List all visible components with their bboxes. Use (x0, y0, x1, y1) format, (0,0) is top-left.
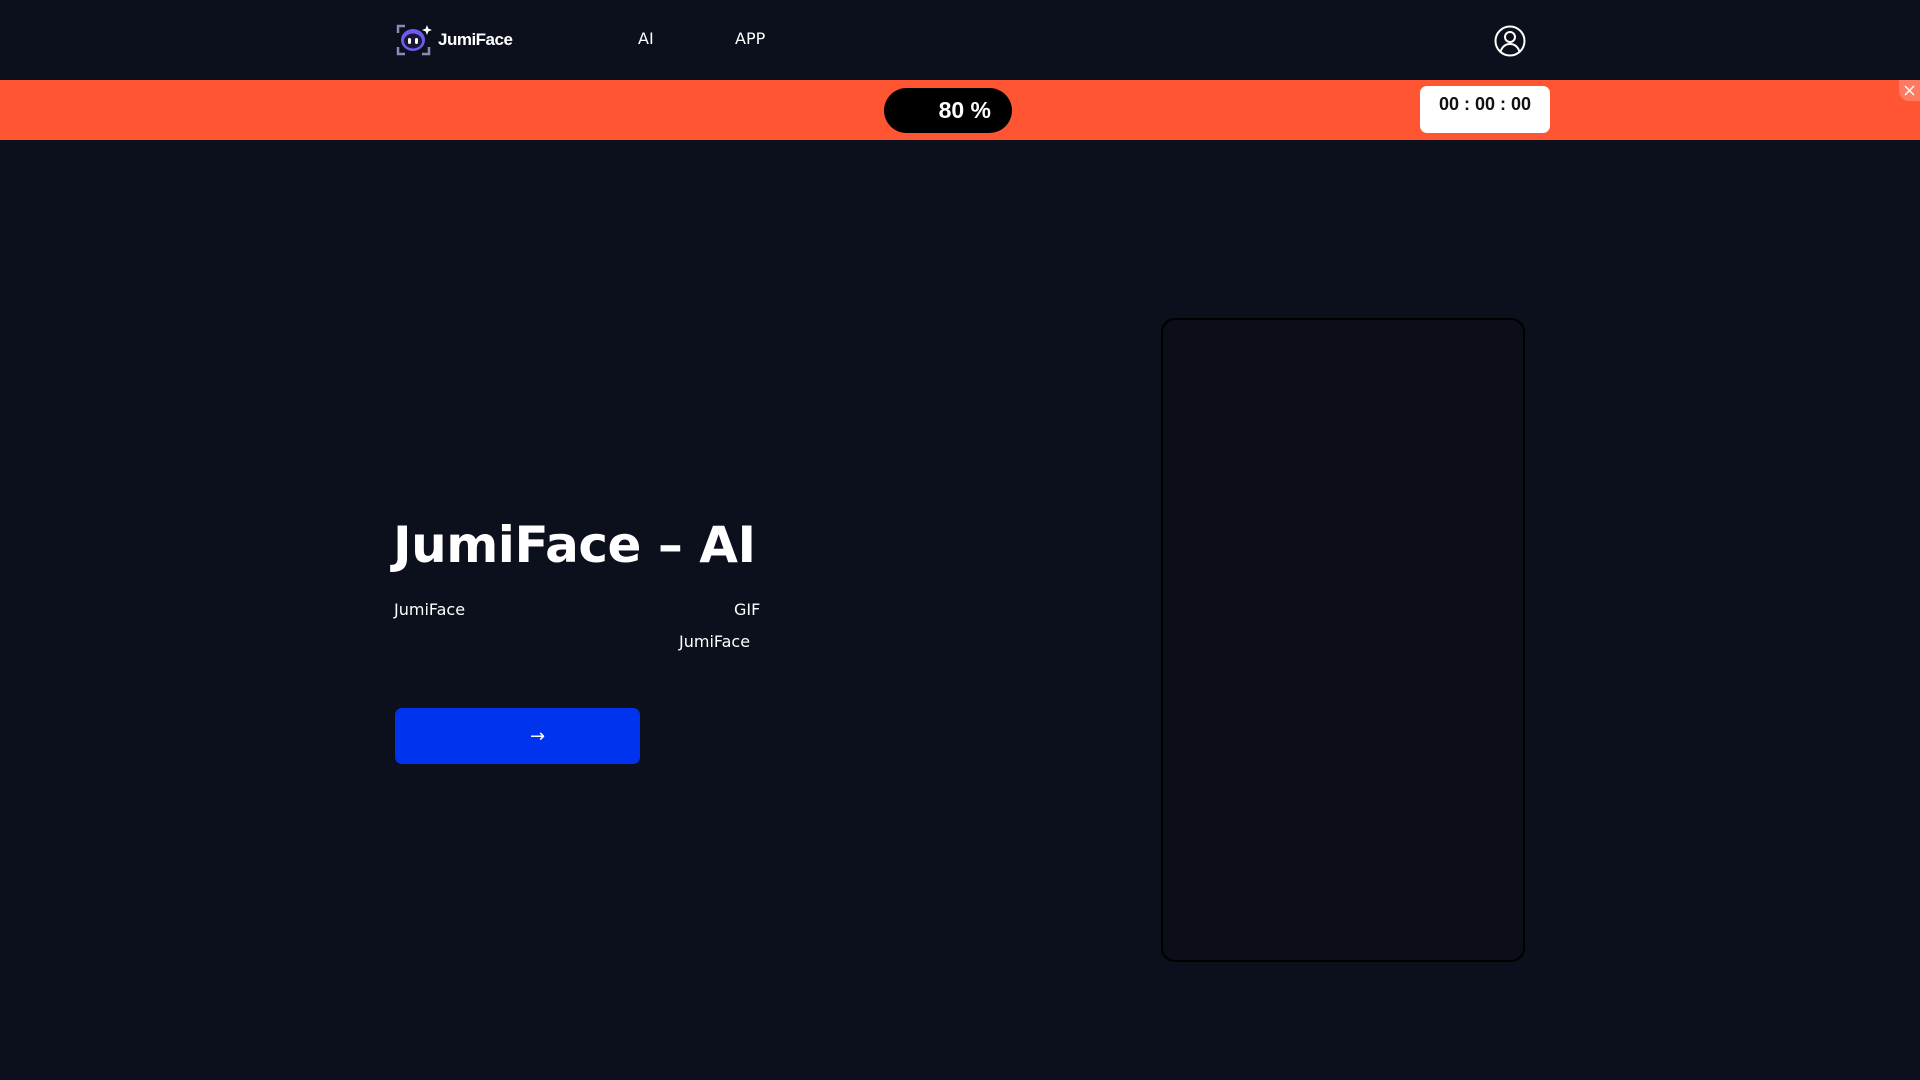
hero-text-line: JumiFace (679, 632, 751, 651)
hero-text-line: GIF (734, 600, 761, 619)
page-title: JumiFace – AI (393, 516, 756, 574)
site-header: JumiFace AI APP (0, 0, 1920, 80)
countdown-text: 00 : 00 : 00 (1438, 94, 1532, 114)
cta-button[interactable]: → (395, 708, 640, 764)
nav-item-app[interactable]: APP (735, 29, 765, 48)
robot-logo-icon (396, 24, 432, 56)
arrow-right-icon: → (529, 725, 546, 747)
promo-banner: 80 % 00 : 00 : 00 (0, 80, 1920, 140)
close-banner-button[interactable] (1899, 80, 1920, 101)
nav-item-ai[interactable]: AI (638, 29, 654, 48)
logo-text: JumiFace (438, 30, 513, 49)
user-account-button[interactable] (1494, 25, 1526, 57)
close-icon (1904, 85, 1915, 96)
media-preview-frame (1161, 318, 1525, 962)
countdown-timer: 00 : 00 : 00 (1420, 86, 1550, 133)
discount-badge[interactable]: 80 % (884, 88, 1012, 133)
user-circle-icon (1494, 25, 1526, 57)
discount-text: 80 % (938, 97, 991, 123)
hero-text-line: JumiFace (394, 600, 466, 619)
logo[interactable]: JumiFace (396, 23, 513, 57)
